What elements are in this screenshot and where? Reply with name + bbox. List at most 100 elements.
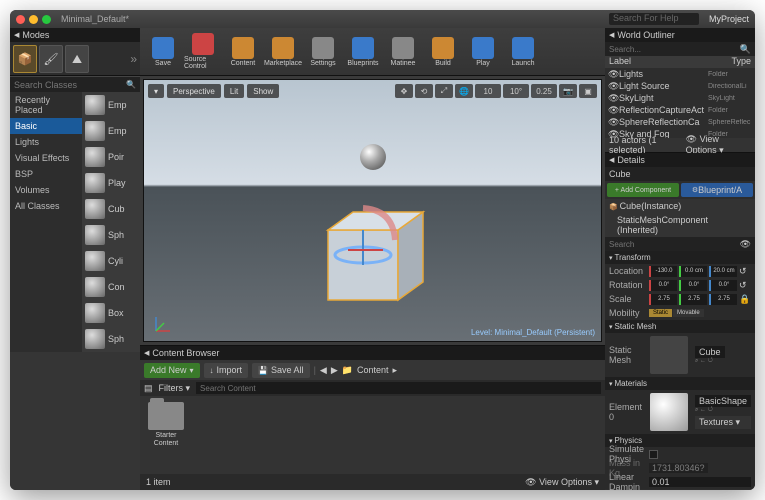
class-search[interactable]: Search Classes [10, 76, 140, 92]
rot-z[interactable]: 0.0° [709, 280, 737, 291]
add-component-button[interactable]: + Add Component [607, 183, 679, 197]
visibility-icon[interactable]: 👁 [608, 93, 616, 104]
lit-dropdown[interactable]: Lit [224, 84, 244, 98]
import-button[interactable]: ↓ Import [204, 363, 249, 378]
show-dropdown[interactable]: Show [247, 84, 279, 98]
minimize-icon[interactable] [29, 15, 38, 24]
content-search[interactable] [196, 382, 601, 394]
details-search[interactable] [609, 240, 740, 249]
primitive-item[interactable]: Cyli [82, 248, 140, 274]
breadcrumb[interactable]: Content [357, 365, 389, 375]
blueprints-button[interactable]: Blueprints [344, 30, 382, 74]
scale-snap[interactable]: 0.25 [531, 84, 557, 98]
outliner-row[interactable]: 👁ReflectionCaptureActFolder [605, 104, 755, 116]
blueprint-button[interactable]: ⚙ Blueprint/A [681, 183, 753, 197]
visibility-icon[interactable]: 👁 [608, 69, 616, 80]
rot-y[interactable]: 0.0° [679, 280, 707, 291]
outliner-row[interactable]: 👁LightsFolder [605, 68, 755, 80]
place-mode-tab[interactable]: 📦 [13, 45, 37, 73]
primitive-item[interactable]: Con [82, 274, 140, 300]
damping-field[interactable]: 0.01 [649, 477, 751, 487]
launch-button[interactable]: Launch [504, 30, 542, 74]
view-options-button[interactable]: 👁 View Options ▾ [525, 477, 599, 488]
add-new-button[interactable]: Add New ▾ [144, 363, 200, 378]
loc-x[interactable]: -130.0 [649, 266, 677, 277]
close-icon[interactable] [16, 15, 25, 24]
scl-x[interactable]: 2.75 [649, 294, 677, 305]
angle-snap[interactable]: 10° [503, 84, 529, 98]
matinee-button[interactable]: Matinee [384, 30, 422, 74]
primitive-item[interactable]: Emp [82, 92, 140, 118]
loc-z[interactable]: 20.0 cm [709, 266, 737, 277]
simulate-checkbox[interactable] [649, 450, 658, 459]
component-instance[interactable]: 📦 Cube(Instance) [605, 199, 755, 213]
mobility-movable[interactable]: Movable [673, 309, 704, 317]
outliner-row[interactable]: 👁SkyLightSkyLight [605, 92, 755, 104]
primitive-item[interactable]: Emp [82, 118, 140, 144]
marketplace-button[interactable]: Marketplace [264, 30, 302, 74]
zoom-icon[interactable] [42, 15, 51, 24]
category-all-classes[interactable]: All Classes [10, 198, 82, 214]
outliner-row[interactable]: 👁SphereReflectionCaSphereReflec [605, 116, 755, 128]
build-button[interactable]: Build [424, 30, 462, 74]
actor-name-field[interactable]: Cube [605, 167, 755, 181]
category-lights[interactable]: Lights [10, 134, 82, 150]
scl-z[interactable]: 2.75 [709, 294, 737, 305]
expand-modes-icon[interactable]: » [130, 52, 137, 66]
transform-select-icon[interactable]: ✥ [395, 84, 413, 98]
transform-scale-icon[interactable]: ⤢ [435, 84, 453, 98]
primitive-item[interactable]: Cub [82, 196, 140, 222]
save-button[interactable]: Save [144, 30, 182, 74]
mobility-static[interactable]: Static [649, 309, 672, 317]
maximize-icon[interactable]: ▣ [579, 84, 597, 98]
material-thumbnail[interactable] [650, 393, 688, 431]
mesh-section[interactable]: Static Mesh [605, 320, 755, 333]
visibility-icon[interactable]: 👁 [608, 81, 616, 92]
breadcrumb-expand-icon[interactable]: ▸ [393, 365, 398, 376]
textures-dropdown[interactable]: Textures ▾ [695, 416, 751, 429]
landscape-mode-tab[interactable]: ⛰ [65, 45, 89, 73]
component-inherited[interactable]: StaticMeshComponent (Inherited) [605, 213, 755, 237]
settings-button[interactable]: Settings [304, 30, 342, 74]
primitive-item[interactable]: Play [82, 170, 140, 196]
path-back-icon[interactable]: ◀ [320, 365, 327, 376]
scl-y[interactable]: 2.75 [679, 294, 707, 305]
category-basic[interactable]: Basic [10, 118, 82, 134]
perspective-dropdown[interactable]: Perspective [167, 84, 221, 98]
paint-mode-tab[interactable]: 🖌 [39, 45, 63, 73]
folder-item[interactable]: Starter Content [146, 402, 186, 468]
category-visual-effects[interactable]: Visual Effects [10, 150, 82, 166]
mesh-dropdown[interactable]: Cube [695, 346, 725, 358]
folder-icon[interactable]: 📁 [342, 365, 353, 376]
category-volumes[interactable]: Volumes [10, 182, 82, 198]
reset-icon[interactable]: ↺ [739, 266, 747, 277]
visibility-icon[interactable]: 👁 [608, 117, 616, 128]
primitive-item[interactable]: Sph [82, 326, 140, 352]
rot-x[interactable]: 0.0° [649, 280, 677, 291]
help-search[interactable]: Search For Help [609, 13, 699, 25]
outliner-search[interactable] [609, 45, 740, 54]
transform-rotate-icon[interactable]: ⟲ [415, 84, 433, 98]
viewport[interactable]: ▾ Perspective Lit Show ✥ ⟲ ⤢ 🌐 10 10° 0.… [143, 79, 602, 342]
category-recently-placed[interactable]: Recently Placed [10, 92, 82, 118]
primitive-item[interactable]: Poir [82, 144, 140, 170]
content-button[interactable]: Content [224, 30, 262, 74]
primitive-item[interactable]: Sph [82, 222, 140, 248]
category-bsp[interactable]: BSP [10, 166, 82, 182]
filters-button[interactable]: Filters ▾ [159, 383, 191, 394]
save-all-button[interactable]: 💾 Save All [252, 363, 310, 378]
mesh-thumbnail[interactable] [650, 336, 688, 374]
transform-section[interactable]: Transform [605, 251, 755, 264]
lock-icon[interactable]: 🔒 [739, 294, 750, 305]
grid-snap[interactable]: 10 [475, 84, 501, 98]
material-dropdown[interactable]: BasicShape [695, 395, 751, 407]
reset-icon[interactable]: ↺ [739, 280, 747, 291]
source-control-button[interactable]: Source Control [184, 30, 222, 74]
path-fwd-icon[interactable]: ▶ [331, 365, 338, 376]
eye-icon[interactable]: 👁 [740, 239, 751, 250]
loc-y[interactable]: 0.0 cm [679, 266, 707, 277]
coord-space-icon[interactable]: 🌐 [455, 84, 473, 98]
visibility-icon[interactable]: 👁 [608, 105, 616, 116]
primitive-item[interactable]: Box [82, 300, 140, 326]
materials-section[interactable]: Materials [605, 377, 755, 390]
